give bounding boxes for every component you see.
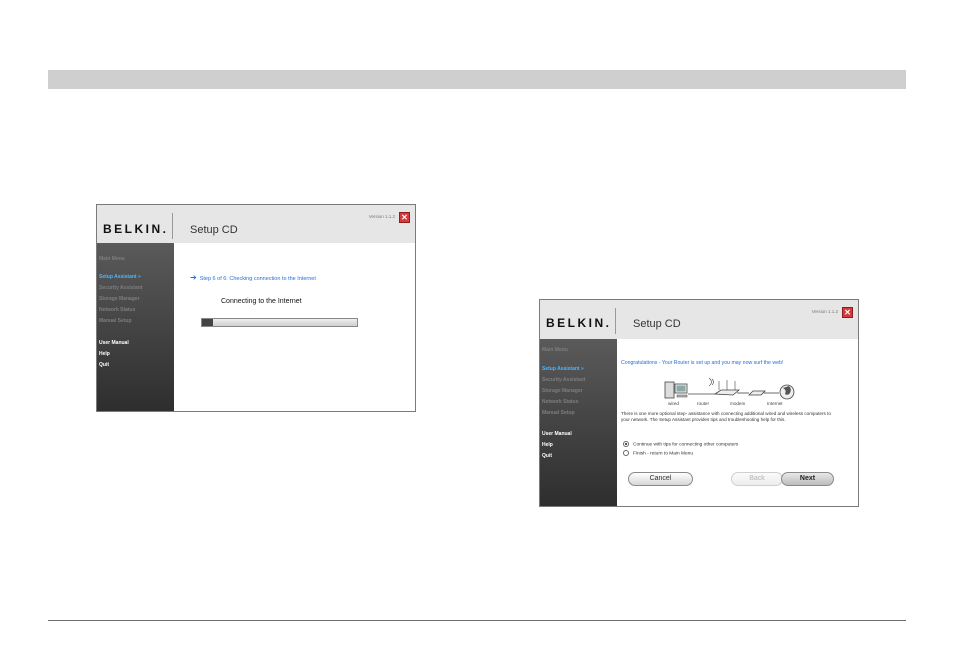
sidebar-item-manual-setup[interactable]: Manual Setup [542, 410, 575, 416]
window-title: Setup CD [190, 224, 238, 236]
footer-rule [48, 620, 906, 621]
version-label: Version 1.1.2 [811, 309, 838, 314]
diagram-label-wired: wired [668, 401, 679, 406]
version-label: Version 1.1.2 [368, 214, 395, 219]
belkin-logo: BELKIN. [103, 222, 169, 236]
progress-fill [202, 319, 213, 326]
info-paragraph: There is one more optional step- assista… [621, 411, 831, 422]
progress-bar [201, 318, 358, 327]
radio-unselected-icon[interactable] [623, 450, 629, 456]
connecting-label: Connecting to the Internet [221, 298, 302, 305]
router-icon [708, 377, 741, 396]
sidebar: Main Menu Setup Assistant » Security Ass… [97, 243, 174, 411]
sidebar-item-setup-assistant[interactable]: Setup Assistant » [99, 274, 141, 280]
arrow-right-icon: ➔ [190, 273, 197, 282]
main-content: Congratulations - Your Router is set up … [617, 339, 858, 506]
close-icon[interactable]: ✕ [399, 212, 410, 223]
option-continue-tips[interactable]: Continue with tips for connecting other … [623, 441, 738, 447]
congrats-message: Congratulations - Your Router is set up … [621, 360, 784, 366]
sidebar-item-manual-setup[interactable]: Manual Setup [99, 318, 132, 324]
radio-selected-icon[interactable] [623, 441, 629, 447]
option-finish[interactable]: Finish - return to Main Menu [623, 450, 693, 456]
sidebar-item-main-menu[interactable]: Main Menu [99, 256, 125, 262]
diagram-label-internet: Internet [767, 401, 783, 406]
sidebar-item-quit[interactable]: Quit [99, 362, 109, 368]
diagram-label-router: router [697, 401, 710, 406]
sidebar-item-storage-manager[interactable]: Storage Manager [542, 388, 583, 394]
header-separator [615, 308, 616, 334]
close-icon[interactable]: ✕ [842, 307, 853, 318]
window-header: BELKIN. Setup CD Version 1.1.2 ✕ [540, 300, 858, 339]
step-heading: ➔ Step 6 of 6: Checking connection to the… [190, 273, 316, 282]
sidebar-item-network-status[interactable]: Network Status [542, 399, 578, 405]
step-text: Step 6 of 6: Checking connection to the … [199, 276, 316, 282]
computer-icon [664, 381, 688, 399]
modem-icon [748, 390, 766, 396]
diagram-label-modem: modem [730, 401, 746, 406]
sidebar-item-help[interactable]: Help [542, 442, 553, 448]
cancel-button[interactable]: Cancel [628, 472, 693, 486]
sidebar-item-security-assistant[interactable]: Security Assistant [542, 377, 585, 383]
setup-window-checking-connection: BELKIN. Setup CD Version 1.1.2 ✕ Main Me… [96, 204, 416, 412]
belkin-logo: BELKIN. [546, 316, 612, 330]
window-header: BELKIN. Setup CD Version 1.1.2 ✕ [97, 205, 415, 243]
sidebar: Main Menu Setup Assistant » Security Ass… [540, 339, 617, 506]
sidebar-item-help[interactable]: Help [99, 351, 110, 357]
back-button[interactable]: Back [731, 472, 783, 486]
option-label: Finish - return to Main Menu [633, 451, 693, 457]
option-label: Continue with tips for connecting other … [633, 442, 739, 448]
setup-window-congratulations: BELKIN. Setup CD Version 1.1.2 ✕ Main Me… [539, 299, 859, 507]
sidebar-item-user-manual[interactable]: User Manual [542, 431, 572, 437]
header-separator [172, 213, 173, 239]
sidebar-item-network-status[interactable]: Network Status [99, 307, 135, 313]
sidebar-item-storage-manager[interactable]: Storage Manager [99, 296, 140, 302]
window-title: Setup CD [633, 318, 681, 330]
header-bar [48, 70, 906, 89]
sidebar-item-setup-assistant[interactable]: Setup Assistant » [542, 366, 584, 372]
sidebar-item-main-menu[interactable]: Main Menu [542, 347, 568, 353]
sidebar-item-user-manual[interactable]: User Manual [99, 340, 129, 346]
sidebar-item-quit[interactable]: Quit [542, 453, 552, 459]
main-content: ➔ Step 6 of 6: Checking connection to the… [174, 243, 415, 411]
next-button[interactable]: Next [781, 472, 834, 486]
sidebar-item-security-assistant[interactable]: Security Assistant [99, 285, 142, 291]
globe-icon [779, 384, 795, 400]
